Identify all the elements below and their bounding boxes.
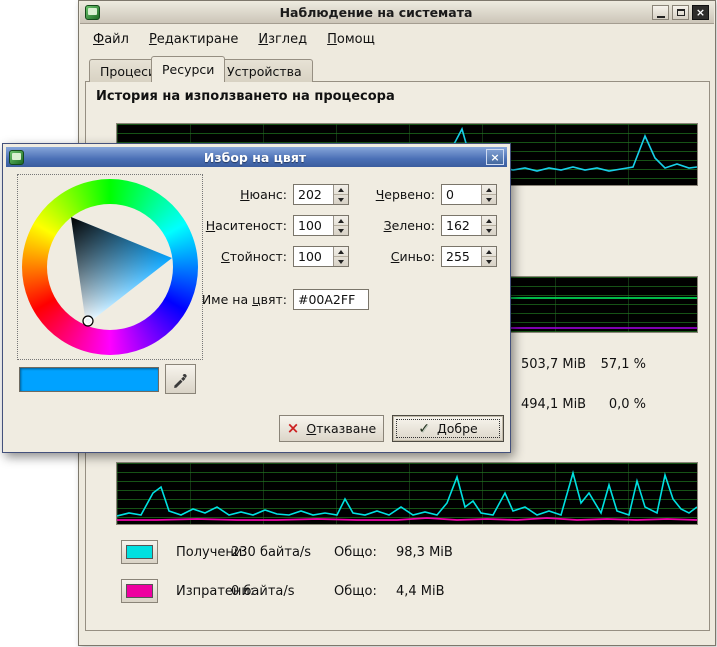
- spin-down-icon[interactable]: [334, 225, 348, 235]
- spin-up-icon[interactable]: [334, 185, 348, 194]
- sent-total: 4,4 MiB: [396, 584, 445, 599]
- sent-color-button[interactable]: [121, 579, 158, 603]
- red-value[interactable]: 0: [442, 185, 481, 204]
- dialog-icon: [9, 150, 24, 165]
- green-value[interactable]: 162: [442, 216, 481, 235]
- network-received-line: [117, 473, 697, 516]
- sent-total-label: Общо:: [334, 584, 377, 599]
- cancel-x-icon: ×: [287, 421, 300, 436]
- spin-up-icon[interactable]: [482, 216, 496, 225]
- ok-button[interactable]: ✓ Добре: [392, 415, 504, 442]
- saturation-spinner[interactable]: 100: [293, 215, 349, 236]
- spin-down-icon[interactable]: [482, 225, 496, 235]
- received-total: 98,3 MiB: [396, 545, 453, 560]
- minimize-button[interactable]: [652, 5, 669, 20]
- window-title: Наблюдение на системата: [104, 5, 648, 20]
- cancel-label: Отказване: [306, 421, 376, 436]
- spin-down-icon[interactable]: [334, 256, 348, 266]
- spin-up-icon[interactable]: [482, 185, 496, 194]
- ok-check-icon: ✓: [418, 422, 430, 436]
- system-monitor-icon: [85, 5, 100, 20]
- swap-used-percent: 0,0 %: [609, 397, 646, 412]
- saturation-value[interactable]: 100: [294, 216, 333, 235]
- spin-up-icon[interactable]: [482, 247, 496, 256]
- menu-file[interactable]: Файл: [93, 32, 129, 47]
- red-label: Червено:: [376, 184, 435, 205]
- saturation-label: Наситеност:: [206, 215, 287, 236]
- ok-label: Добре: [437, 421, 478, 436]
- network-sent-line: [117, 518, 697, 520]
- menubar: Файл Редактиране Изглед Помощ: [81, 27, 713, 51]
- tab-devices[interactable]: Устройства: [216, 59, 313, 82]
- spin-up-icon[interactable]: [334, 247, 348, 256]
- green-label: Зелено:: [384, 215, 435, 236]
- window-titlebar[interactable]: Наблюдение на системата ×: [80, 2, 714, 24]
- color-picker-dialog: Избор на цвят ×: [2, 143, 511, 453]
- received-total-label: Общо:: [334, 545, 377, 560]
- hue-value[interactable]: 202: [294, 185, 333, 204]
- dialog-titlebar[interactable]: Избор на цвят ×: [6, 147, 507, 167]
- hue-wheel[interactable]: [17, 174, 203, 360]
- blue-spinner[interactable]: 255: [441, 246, 497, 267]
- saturation-value-triangle[interactable]: [22, 179, 198, 355]
- value-spinner[interactable]: 100: [293, 246, 349, 267]
- received-rate: 230 байта/s: [231, 545, 311, 560]
- current-color-preview: [19, 367, 159, 392]
- memory-used-percent: 57,1 %: [601, 357, 646, 372]
- received-color-button[interactable]: [121, 540, 158, 564]
- received-color-swatch: [126, 545, 153, 559]
- menu-view[interactable]: Изглед: [258, 32, 307, 47]
- close-button[interactable]: ×: [692, 5, 709, 20]
- menu-help[interactable]: Помощ: [327, 32, 375, 47]
- swap-used-value: 494,1 MiB: [521, 397, 586, 412]
- spin-up-icon[interactable]: [334, 216, 348, 225]
- value-label: Стойност:: [221, 246, 287, 267]
- hue-label: Нюанс:: [240, 184, 287, 205]
- red-spinner[interactable]: 0: [441, 184, 497, 205]
- network-history-chart: [116, 462, 698, 525]
- spin-down-icon[interactable]: [334, 194, 348, 204]
- sent-color-swatch: [126, 584, 153, 598]
- spin-down-icon[interactable]: [482, 256, 496, 266]
- menu-edit[interactable]: Редактиране: [149, 32, 238, 47]
- maximize-button[interactable]: [672, 5, 689, 20]
- hue-spinner[interactable]: 202: [293, 184, 349, 205]
- green-spinner[interactable]: 162: [441, 215, 497, 236]
- window-controls: ×: [652, 5, 709, 20]
- cpu-section-heading: История на използването на процесора: [96, 89, 395, 104]
- sent-rate: 0 байта/s: [231, 584, 295, 599]
- blue-value[interactable]: 255: [442, 247, 481, 266]
- value-value[interactable]: 100: [294, 247, 333, 266]
- color-name-input[interactable]: #00A2FF: [293, 289, 369, 310]
- cancel-button[interactable]: × Отказване: [279, 415, 384, 442]
- dialog-title: Избор на цвят: [28, 150, 482, 165]
- eyedropper-button[interactable]: [165, 364, 196, 394]
- blue-label: Синьо:: [391, 246, 435, 267]
- eyedropper-icon: [172, 371, 189, 388]
- tab-resources[interactable]: Ресурси: [151, 56, 225, 82]
- color-name-label: Име на цвят:: [202, 289, 287, 310]
- spin-down-icon[interactable]: [482, 194, 496, 204]
- minimize-icon: [657, 16, 665, 18]
- maximize-icon: [677, 9, 685, 16]
- dialog-close-button[interactable]: ×: [486, 149, 504, 165]
- memory-used-value: 503,7 MiB: [521, 357, 586, 372]
